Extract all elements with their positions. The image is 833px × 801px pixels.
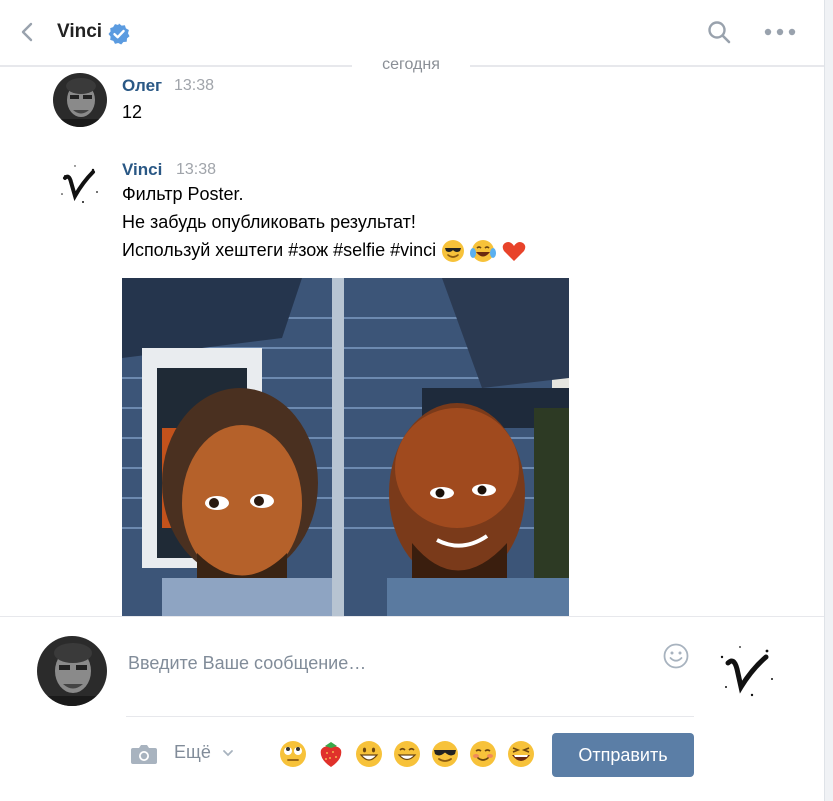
scrollbar-track[interactable] — [824, 0, 833, 801]
message-time: 13:38 — [176, 161, 217, 178]
grinning-emoji-icon[interactable] — [354, 739, 384, 769]
more-label: Ещё — [174, 742, 211, 762]
blush-emoji-icon[interactable] — [468, 739, 498, 769]
my-avatar[interactable] — [37, 636, 107, 706]
sunglasses-emoji-icon[interactable] — [430, 739, 460, 769]
message-text: 12 — [122, 102, 143, 122]
photo-attachment[interactable] — [122, 278, 569, 616]
chevron-down-icon — [222, 750, 233, 757]
sunglasses-emoji-icon — [442, 240, 465, 263]
message-text-line: Не забудь опубликовать результат! — [122, 212, 416, 232]
avatar[interactable] — [53, 73, 107, 127]
hashtag-text: Используй хештеги #зож #selfie #vinci — [122, 240, 437, 260]
tears-of-joy-emoji-icon — [470, 240, 497, 263]
divider — [0, 66, 352, 67]
vinci-avatar[interactable] — [53, 156, 107, 210]
chat-title[interactable]: Vinci — [57, 21, 102, 43]
camera-icon[interactable] — [130, 742, 158, 766]
heart-emoji-icon — [502, 242, 526, 262]
verified-icon — [108, 23, 130, 45]
message-input[interactable] — [126, 647, 650, 679]
message-composer: Ещё — [0, 616, 824, 801]
laughing-emoji-icon[interactable] — [506, 739, 536, 769]
send-button[interactable]: Отправить — [552, 733, 694, 777]
strawberry-emoji-icon[interactable] — [316, 739, 346, 769]
message-text-line: Используй хештеги #зож #selfie #vinci — [122, 236, 527, 264]
back-arrow-icon[interactable] — [16, 20, 40, 44]
message-author[interactable]: Vinci — [122, 160, 162, 180]
date-label: сегодня — [352, 56, 470, 74]
chat-window: Vinci сегодня Олег 13:38 12 Vinci 13:38 … — [0, 0, 824, 801]
divider — [126, 716, 694, 717]
more-attachments-button[interactable]: Ещё — [174, 742, 234, 763]
message-text-line: Фильтр Poster. — [122, 184, 244, 204]
search-icon[interactable] — [706, 19, 732, 45]
more-options-icon[interactable] — [762, 20, 798, 44]
rolling-eyes-emoji-icon[interactable] — [278, 739, 308, 769]
peer-avatar[interactable] — [712, 635, 782, 705]
smile-icon[interactable] — [662, 642, 690, 670]
message-author[interactable]: Олег — [122, 76, 162, 96]
date-separator: сегодня — [0, 56, 824, 76]
message-time: 13:38 — [174, 77, 215, 94]
grin-emoji-icon[interactable] — [392, 739, 422, 769]
divider — [470, 66, 824, 67]
